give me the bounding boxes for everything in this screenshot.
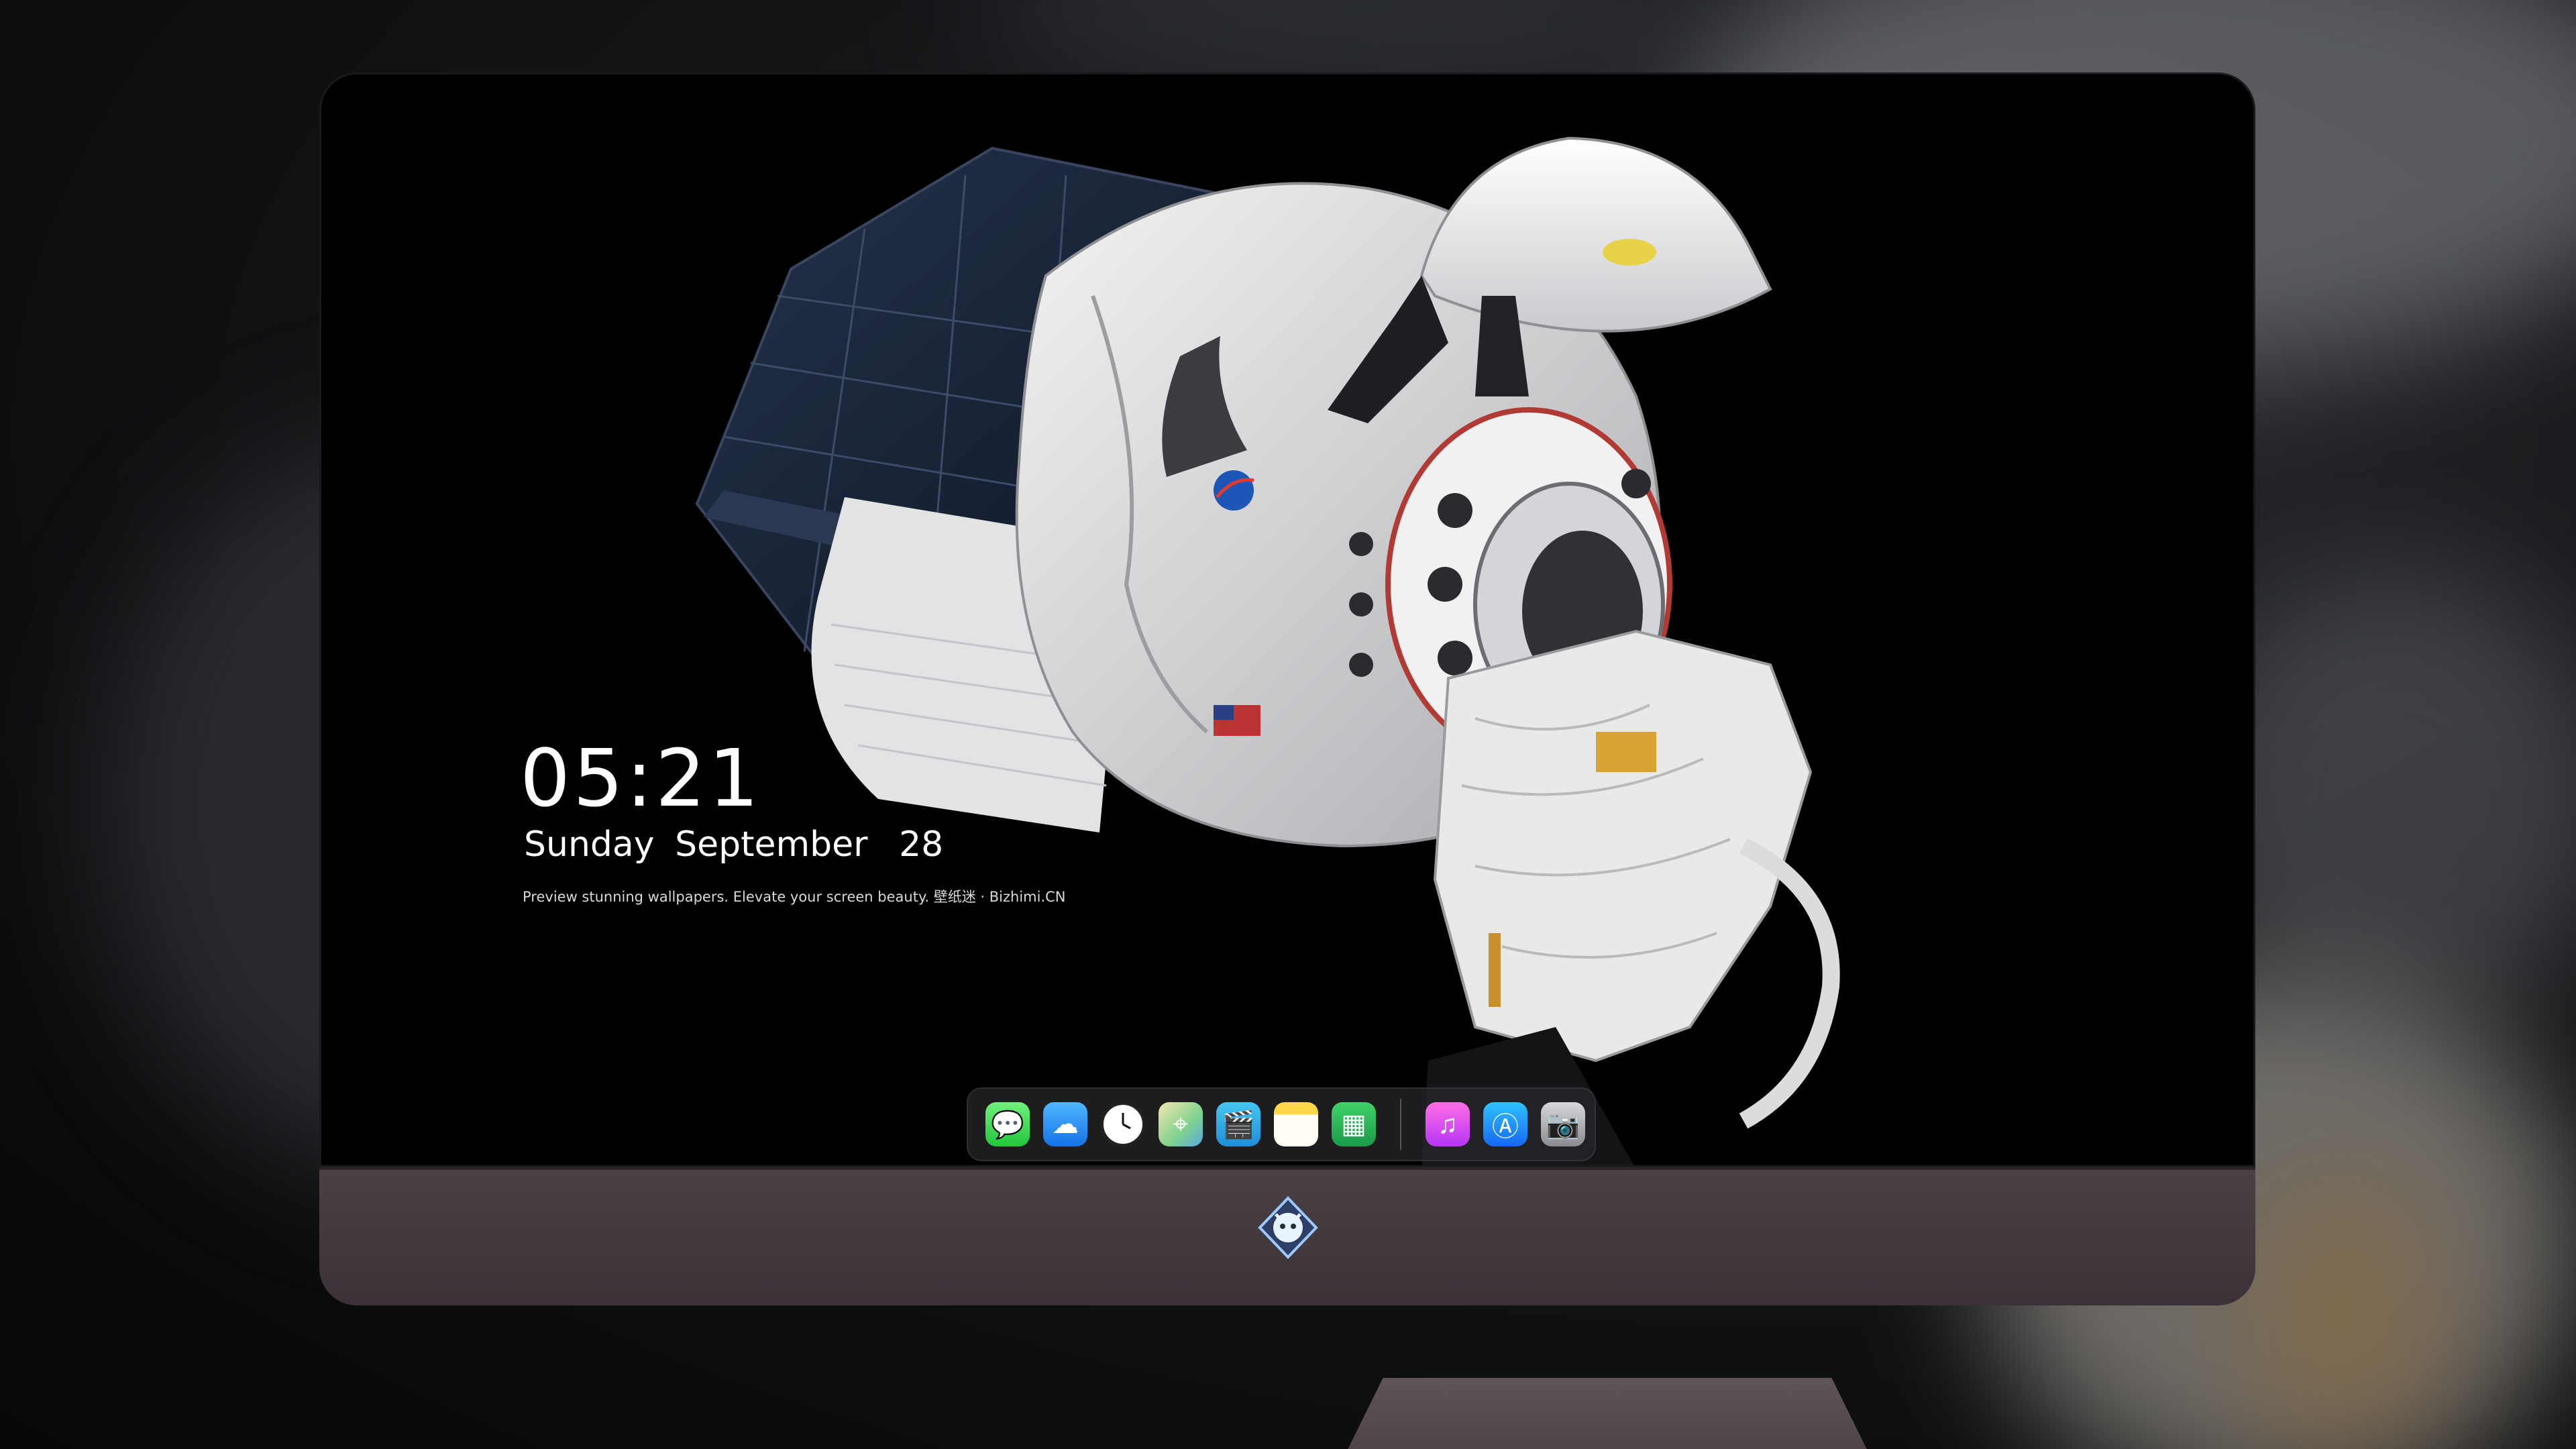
- dock-separator: [1400, 1099, 1401, 1150]
- lockscreen-month: September: [675, 824, 868, 865]
- clock-icon[interactable]: [1101, 1102, 1145, 1146]
- numbers-icon[interactable]: ▦: [1332, 1102, 1376, 1146]
- monitor: 05:21 Sunday September 28 Preview stunni…: [319, 72, 2255, 1449]
- camera-icon[interactable]: 📷: [1541, 1102, 1585, 1146]
- wallpaper-tagline: Preview stunning wallpapers. Elevate you…: [523, 889, 1066, 905]
- itunes-icon[interactable]: ♫: [1426, 1102, 1470, 1146]
- monitor-chin: [319, 1167, 2255, 1305]
- monitor-stand: [1312, 1378, 1902, 1449]
- maps-icon[interactable]: ⌖: [1159, 1102, 1203, 1146]
- weather-icon[interactable]: ☁: [1043, 1102, 1087, 1146]
- app-store-icon[interactable]: Ⓐ: [1483, 1102, 1527, 1146]
- dock: 💬 ☁ ⌖ 🎬 ▦ ♫ Ⓐ 📷: [967, 1087, 1596, 1161]
- desktop-screen: 05:21 Sunday September 28 Preview stunni…: [319, 72, 2255, 1167]
- lockscreen-day: 28: [899, 824, 944, 865]
- clock-face-icon: [1107, 1108, 1139, 1140]
- messages-icon[interactable]: 💬: [985, 1102, 1030, 1146]
- space-capsule-icon: [695, 136, 1840, 1165]
- lockscreen-date: Sunday September 28: [524, 824, 943, 865]
- notes-icon[interactable]: [1274, 1102, 1318, 1146]
- lockscreen-time: 05:21: [520, 732, 762, 824]
- lockscreen-weekday: Sunday: [524, 824, 655, 865]
- mascot-logo-icon: [1258, 1196, 1318, 1259]
- clips-icon[interactable]: 🎬: [1216, 1102, 1260, 1146]
